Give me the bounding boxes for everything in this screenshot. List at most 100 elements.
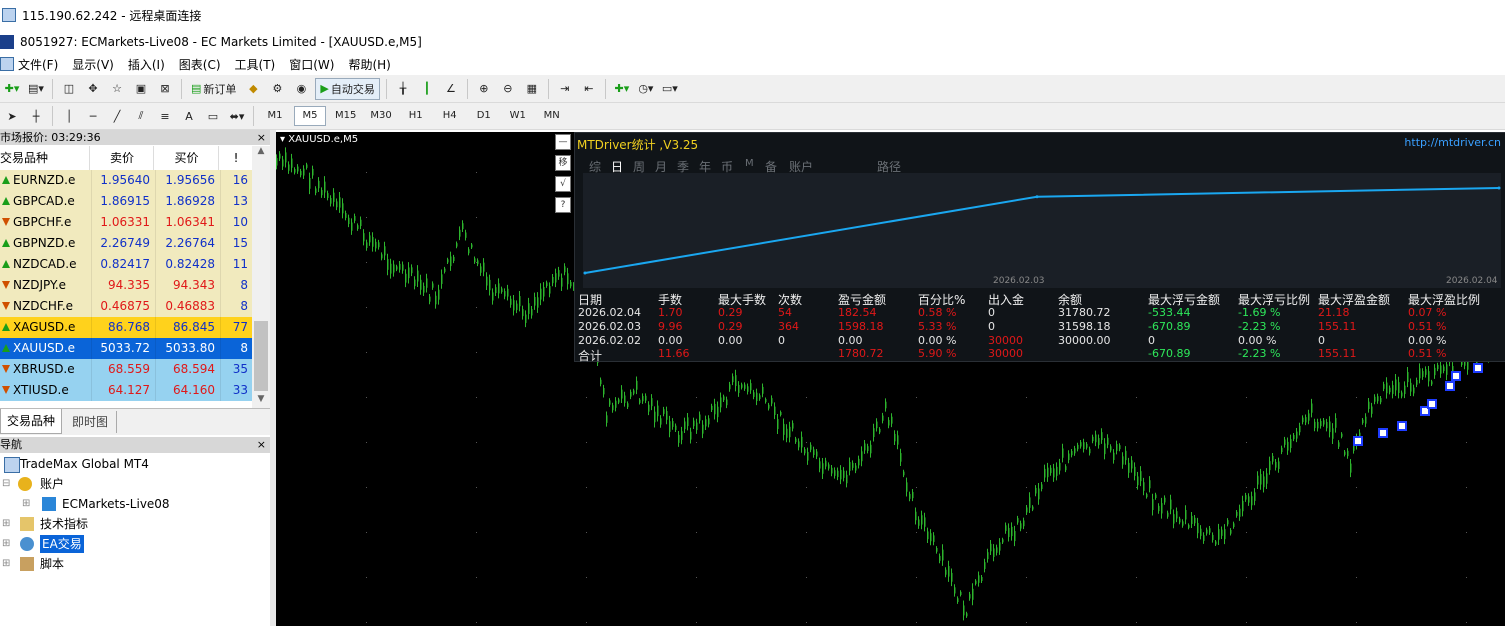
arrows-icon[interactable]: ⬌▾	[227, 106, 247, 126]
trade-marker-icon[interactable]	[1451, 371, 1461, 381]
periods-icon[interactable]: ◷▾	[636, 79, 656, 99]
zoom-out-icon[interactable]: ⊖	[498, 79, 518, 99]
chart-window-icon[interactable]	[0, 57, 14, 71]
nav-account-item[interactable]: ECMarkets-Live08	[62, 494, 170, 514]
bar-chart-icon[interactable]: ╁	[393, 79, 413, 99]
auto-trading-button[interactable]: ▶ 自动交易	[315, 77, 380, 100]
header-bid[interactable]: 卖价	[91, 146, 154, 170]
market-watch-row[interactable]: XBRUSD.e 68.559 68.594 35	[0, 359, 252, 380]
zoom-in-icon[interactable]: ⊕	[474, 79, 494, 99]
stats-side-button[interactable]: —	[555, 134, 571, 150]
header-symbol[interactable]: 交易品种	[0, 146, 90, 170]
market-watch-icon[interactable]: ◫	[59, 79, 79, 99]
templates-icon[interactable]: ▭▾	[660, 79, 680, 99]
timeframe-d1[interactable]: D1	[469, 107, 499, 125]
expand-icon[interactable]: ⊞	[2, 534, 10, 554]
menu-insert[interactable]: 插入(I)	[128, 56, 165, 73]
trade-marker-icon[interactable]	[1378, 428, 1388, 438]
market-watch-row[interactable]: NZDCAD.e 0.82417 0.82428 11	[0, 254, 252, 275]
timeframe-mn[interactable]: MN	[537, 107, 567, 125]
stats-cell: 30000.00	[1058, 334, 1111, 347]
scrollbar-thumb[interactable]	[254, 321, 268, 391]
channel-icon[interactable]: ⫽	[131, 106, 151, 126]
terminal-icon[interactable]: ▣	[131, 79, 151, 99]
stats-side-button[interactable]: √	[555, 176, 571, 192]
menu-view[interactable]: 显示(V)	[72, 56, 114, 73]
cursor-icon[interactable]: ➤	[2, 106, 22, 126]
expand-icon[interactable]: ⊞	[22, 494, 30, 514]
market-watch-row[interactable]: GBPCAD.e 1.86915 1.86928 13	[0, 191, 252, 212]
header-spread[interactable]: !	[220, 146, 252, 170]
market-watch-row[interactable]: NZDJPY.e 94.335 94.343 8	[0, 275, 252, 296]
trade-marker-icon[interactable]	[1473, 363, 1483, 373]
indicators-icon[interactable]: ✚▾	[612, 79, 632, 99]
auto-scroll-icon[interactable]: ⇥	[555, 79, 575, 99]
stats-url[interactable]: http://mtdriver.cn	[1404, 136, 1501, 149]
text-tool-icon[interactable]: A	[179, 106, 199, 126]
nav-scripts[interactable]: 脚本	[40, 554, 64, 574]
new-order-button[interactable]: ▤ 新订单	[188, 79, 239, 99]
tab-tick-chart[interactable]: 即时图	[64, 411, 118, 433]
chart-shift-icon[interactable]: ⇤	[579, 79, 599, 99]
expand-icon[interactable]: ⊟	[2, 474, 10, 494]
stats-tab[interactable]: M	[745, 158, 754, 169]
fibonacci-icon[interactable]: ≡	[155, 106, 175, 126]
menu-file[interactable]: 文件(F)	[18, 56, 58, 73]
market-watch-row[interactable]: GBPCHF.e 1.06331 1.06341 10	[0, 212, 252, 233]
row-ask: 1.06341	[155, 212, 219, 233]
scroll-up-icon[interactable]: ▲	[252, 146, 270, 160]
nav-indicators[interactable]: 技术指标	[40, 514, 88, 534]
menu-window[interactable]: 窗口(W)	[289, 56, 334, 73]
timeframe-h4[interactable]: H4	[435, 107, 465, 125]
market-watch-row[interactable]: XTIUSD.e 64.127 64.160 33	[0, 380, 252, 401]
scroll-down-icon[interactable]: ▼	[252, 394, 270, 408]
market-watch-row[interactable]: XAUUSD.e 5033.72 5033.80 8	[0, 338, 252, 359]
trade-marker-icon[interactable]	[1353, 436, 1363, 446]
line-chart-icon[interactable]: ∠	[441, 79, 461, 99]
timeframe-w1[interactable]: W1	[503, 107, 533, 125]
stats-side-button[interactable]: ?	[555, 197, 571, 213]
tester-icon[interactable]: ⊠	[155, 79, 175, 99]
nav-expert-advisors[interactable]: EA交易	[40, 535, 84, 553]
tile-windows-icon[interactable]: ▦	[522, 79, 542, 99]
stats-side-button[interactable]: 移	[555, 155, 571, 171]
market-watch-row[interactable]: EURNZD.e 1.95640 1.95656 16	[0, 170, 252, 191]
trade-marker-icon[interactable]	[1427, 399, 1437, 409]
expand-icon[interactable]: ⊞	[2, 514, 10, 534]
close-icon[interactable]: ×	[257, 130, 266, 145]
label-tool-icon[interactable]: ▭	[203, 106, 223, 126]
timeframe-m30[interactable]: M30	[365, 107, 396, 125]
market-watch-row[interactable]: GBPNZD.e 2.26749 2.26764 15	[0, 233, 252, 254]
market-watch-scrollbar[interactable]: ▲ ▼	[252, 146, 270, 408]
market-watch-row[interactable]: XAGUSD.e 86.768 86.845 77	[0, 317, 252, 338]
nav-root[interactable]: TradeMax Global MT4	[20, 454, 149, 474]
signals-icon[interactable]: ◉	[291, 79, 311, 99]
crosshair-icon[interactable]: ┼	[26, 106, 46, 126]
horizontal-line-icon[interactable]: ─	[83, 106, 103, 126]
menu-tools[interactable]: 工具(T)	[235, 56, 276, 73]
nav-accounts[interactable]: 账户	[40, 474, 64, 494]
metaeditor-icon[interactable]: ◆	[243, 79, 263, 99]
candlestick-icon[interactable]: ┃	[417, 79, 437, 99]
tab-symbols[interactable]: 交易品种	[0, 409, 63, 434]
header-ask[interactable]: 买价	[155, 146, 219, 170]
timeframe-h1[interactable]: H1	[401, 107, 431, 125]
timeframe-m5[interactable]: M5	[294, 106, 326, 126]
trendline-icon[interactable]: ╱	[107, 106, 127, 126]
menu-charts[interactable]: 图表(C)	[179, 56, 221, 73]
trade-marker-icon[interactable]	[1397, 421, 1407, 431]
navigator-icon[interactable]: ☆	[107, 79, 127, 99]
close-icon[interactable]: ×	[257, 437, 266, 453]
trade-marker-icon[interactable]	[1445, 381, 1455, 391]
vertical-line-icon[interactable]: │	[59, 106, 79, 126]
timeframe-m1[interactable]: M1	[260, 107, 290, 125]
expand-icon[interactable]: ⊞	[2, 554, 10, 574]
new-chart-icon[interactable]: ✚▾	[2, 79, 22, 99]
options-icon[interactable]: ⚙	[267, 79, 287, 99]
timeframe-m15[interactable]: M15	[330, 107, 361, 125]
data-window-icon[interactable]: ✥	[83, 79, 103, 99]
profiles-icon[interactable]: ▤▾	[26, 79, 46, 99]
rdp-title: 115.190.62.242 - 远程桌面连接	[22, 8, 202, 23]
market-watch-row[interactable]: NZDCHF.e 0.46875 0.46883 8	[0, 296, 252, 317]
menu-help[interactable]: 帮助(H)	[348, 56, 390, 73]
